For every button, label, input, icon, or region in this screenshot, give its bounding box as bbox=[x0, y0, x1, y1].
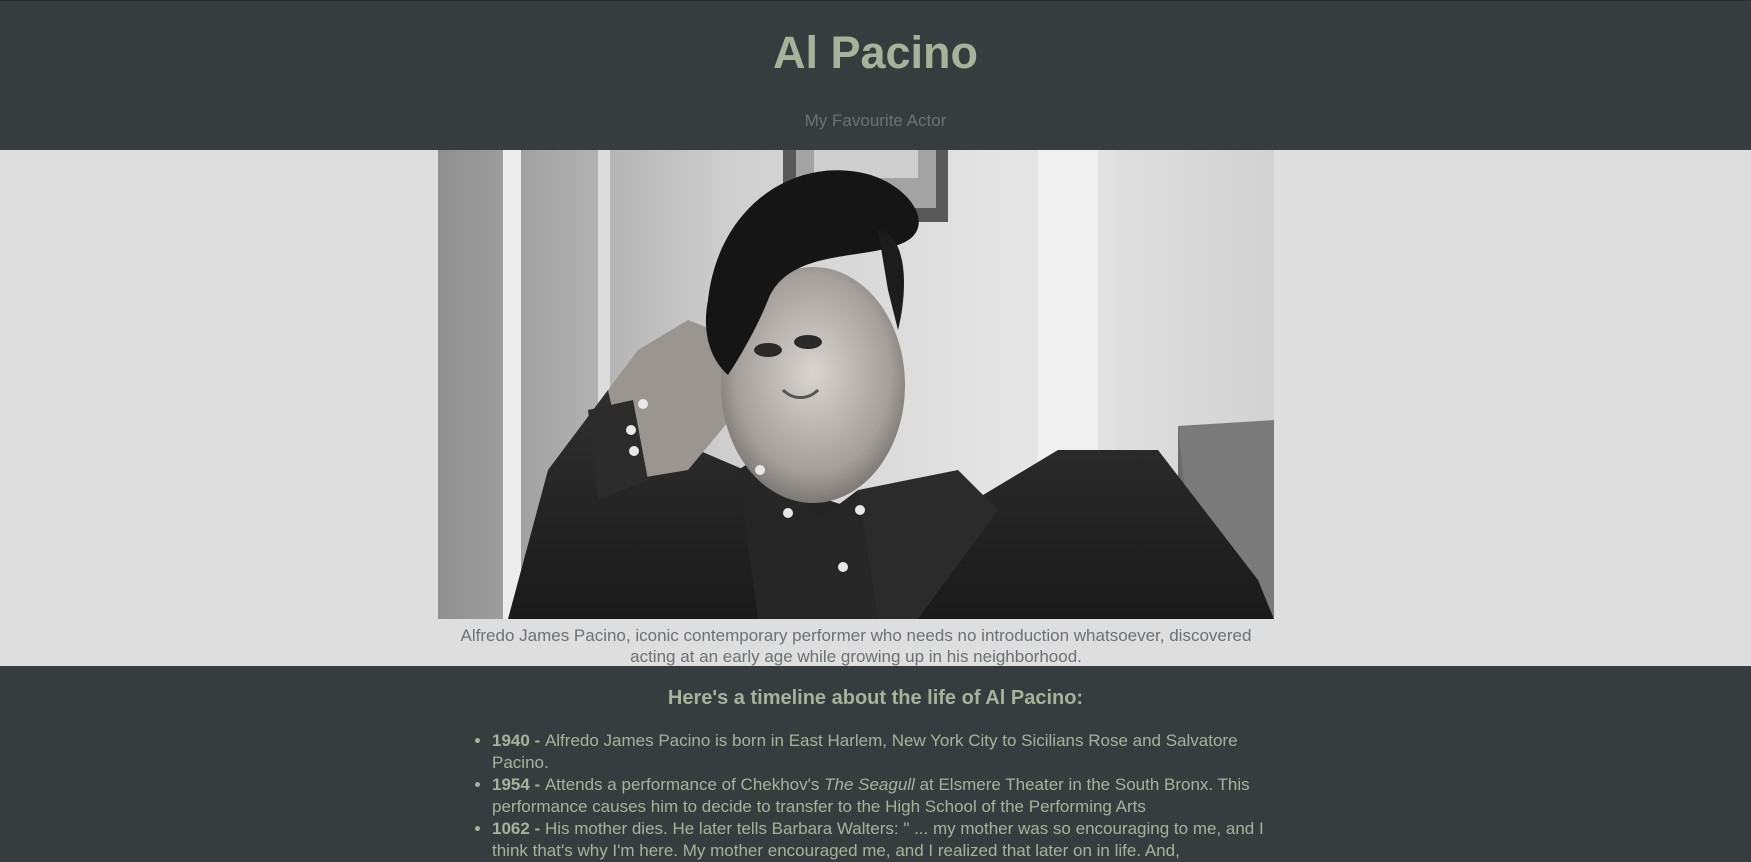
page-title: Al Pacino bbox=[772, 27, 979, 78]
photo-caption: Alfredo James Pacino, iconic contemporar… bbox=[460, 626, 1252, 666]
portrait-photo bbox=[438, 150, 1274, 619]
timeline-item: 1940 - Alfredo James Pacino is born in E… bbox=[492, 730, 1282, 774]
image-section: Alfredo James Pacino, iconic contemporar… bbox=[0, 150, 1751, 666]
timeline-item: 1062 - His mother dies. He later tells B… bbox=[492, 818, 1282, 862]
timeline-text: Attends a performance of Chekhov's bbox=[544, 775, 825, 794]
timeline-item: 1954 - Attends a performance of Chekhov'… bbox=[492, 774, 1282, 818]
portrait-photo-drawing bbox=[438, 150, 1274, 619]
timeline-year: 1940 - bbox=[492, 731, 545, 750]
page-subtitle: My Favourite Actor bbox=[804, 111, 947, 130]
timeline-text: His mother dies. He later tells Barbara … bbox=[492, 819, 1264, 860]
timeline-year: 1954 - bbox=[492, 775, 545, 794]
timeline-year: 1062 - bbox=[492, 819, 545, 838]
timeline-heading: Here's a timeline about the life of Al P… bbox=[667, 687, 1084, 709]
page-header: Al Pacino My Favourite Actor bbox=[0, 0, 1751, 150]
timeline-text: Alfredo James Pacino is born in East Har… bbox=[492, 731, 1238, 772]
timeline-list: 1940 - Alfredo James Pacino is born in E… bbox=[472, 730, 1282, 862]
timeline-section: Here's a timeline about the life of Al P… bbox=[0, 666, 1751, 862]
play-title: The Seagull bbox=[824, 775, 915, 794]
